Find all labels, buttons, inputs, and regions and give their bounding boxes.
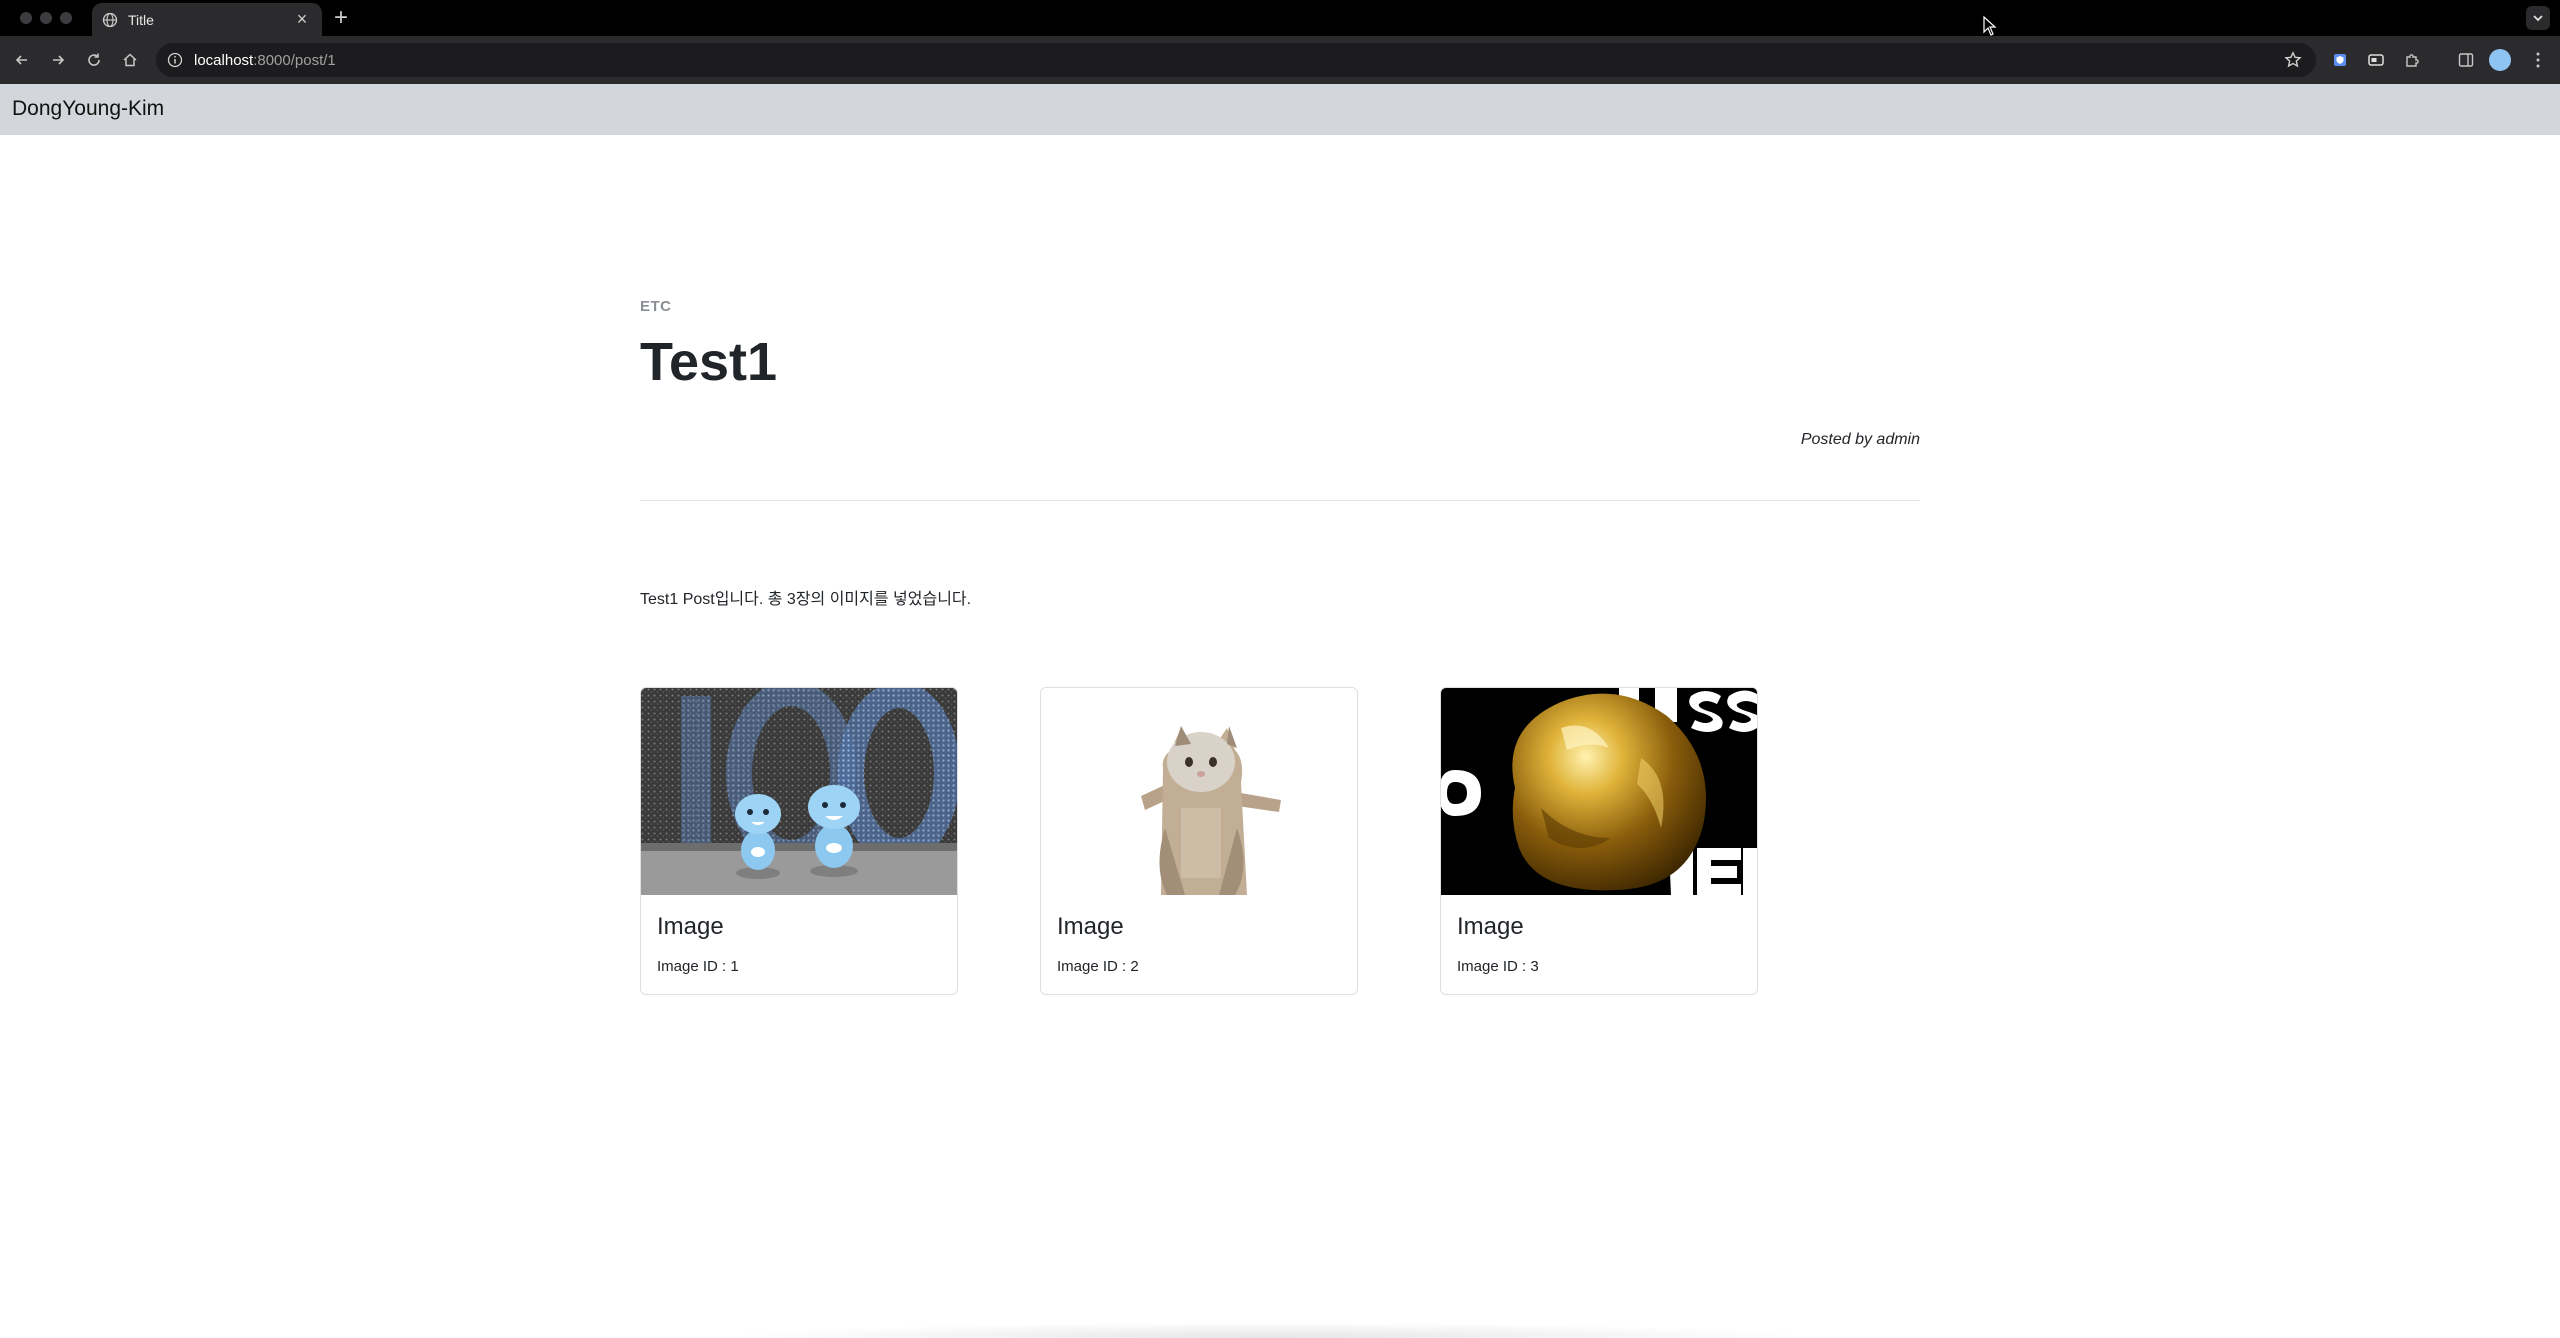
- mouse-cursor-icon: [1983, 16, 1997, 36]
- card-title: Image: [1457, 913, 1524, 940]
- browser-tab-active[interactable]: Title ×: [92, 3, 322, 36]
- home-icon: [123, 53, 137, 67]
- browser-tab-strip: Title × +: [0, 0, 2560, 36]
- image-card: Image Image ID : 3: [1440, 687, 1758, 995]
- post-byline: Posted by admin: [1801, 431, 1920, 449]
- extension-card-icon[interactable]: [2364, 48, 2388, 72]
- window-close-control[interactable]: [20, 12, 32, 24]
- tab-close-icon[interactable]: ×: [292, 9, 312, 30]
- chevron-down-icon: [2533, 15, 2543, 22]
- browser-menu-icon[interactable]: [2526, 48, 2550, 72]
- site-info-icon[interactable]: [166, 51, 184, 69]
- post-category: ETC: [640, 298, 672, 315]
- address-bar[interactable]: localhost:8000/post/1: [156, 43, 2316, 77]
- reload-button[interactable]: [82, 48, 106, 72]
- arrow-left-icon: [15, 55, 27, 65]
- tab-search-button[interactable]: [2526, 6, 2550, 30]
- navbar-brand-link[interactable]: DongYoung-Kim: [12, 97, 164, 121]
- byline-prefix: Posted by: [1800, 431, 1877, 448]
- card-image-id: Image ID : 1: [657, 958, 739, 975]
- card-image-cat: [1041, 688, 1357, 895]
- url-host: localhost: [194, 51, 254, 69]
- window-minimize-control[interactable]: [40, 12, 52, 24]
- extension-shield-icon[interactable]: [2328, 48, 2352, 72]
- url-path: :8000/post/1: [253, 51, 336, 69]
- image-card: Image Image ID : 1: [640, 687, 958, 995]
- card-title: Image: [1057, 913, 1124, 940]
- window-zoom-control[interactable]: [60, 12, 72, 24]
- bottom-shadow: [720, 1322, 1820, 1338]
- divider: [640, 500, 1920, 501]
- bookmark-star-icon[interactable]: [2284, 51, 2302, 69]
- browser-toolbar: localhost:8000/post/1: [0, 36, 2560, 84]
- site-navbar: DongYoung-Kim: [0, 84, 2560, 135]
- extensions-puzzle-icon[interactable]: [2400, 48, 2424, 72]
- back-button[interactable]: [10, 48, 34, 72]
- post-body: Test1 Post입니다. 총 3장의 이미지를 넣었습니다.: [640, 591, 972, 608]
- card-image-mascots: [641, 688, 957, 895]
- new-tab-button[interactable]: +: [334, 5, 348, 31]
- card-image-gold-blob: [1441, 688, 1757, 895]
- profile-avatar-icon[interactable]: [2488, 48, 2512, 72]
- reload-icon: [88, 53, 100, 66]
- arrow-right-icon: [53, 55, 65, 65]
- globe-icon: [102, 12, 118, 28]
- side-panel-icon[interactable]: [2454, 48, 2478, 72]
- post-author: admin: [1876, 431, 1920, 448]
- post-title: Test1: [640, 332, 778, 392]
- card-title: Image: [657, 913, 724, 940]
- url-text: localhost:8000/post/1: [194, 52, 336, 69]
- tab-title: Title: [128, 11, 154, 28]
- card-image-id: Image ID : 3: [1457, 958, 1539, 975]
- forward-button[interactable]: [46, 48, 70, 72]
- image-card: Image Image ID : 2: [1040, 687, 1358, 995]
- card-image-id: Image ID : 2: [1057, 958, 1139, 975]
- home-button[interactable]: [118, 48, 142, 72]
